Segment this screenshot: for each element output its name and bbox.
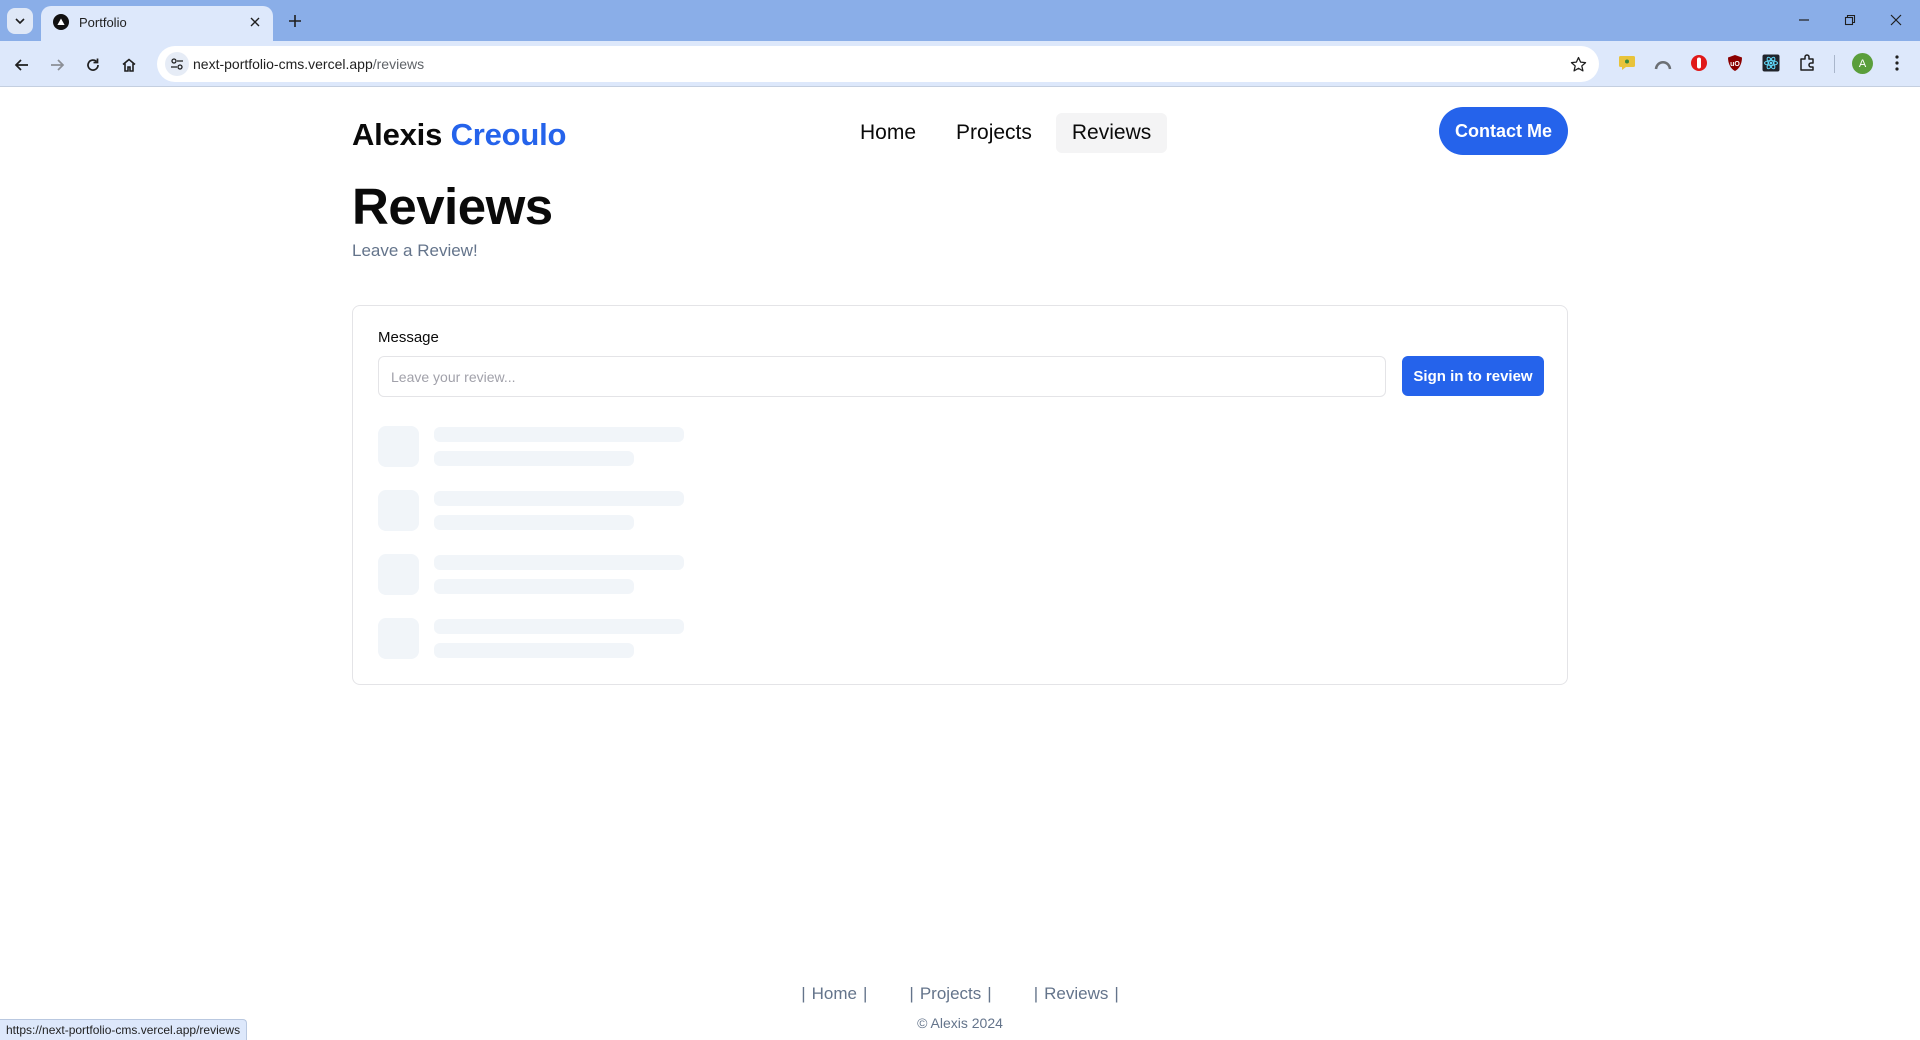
sign-in-to-review-button[interactable]: Sign in to review: [1402, 356, 1544, 396]
footer-divider: |: [987, 984, 992, 1003]
page-title: Reviews: [352, 178, 553, 235]
footer-divider: |: [909, 984, 914, 1003]
footer-nav: | Home | | Projects | | Reviews |: [0, 984, 1920, 1004]
copyright-text: © Alexis 2024: [917, 1015, 1003, 1031]
skeleton-avatar: [378, 618, 419, 659]
skeleton-line: [434, 643, 634, 658]
window-close-button[interactable]: [1874, 6, 1918, 34]
review-message-input[interactable]: [378, 356, 1386, 397]
restore-icon: [1844, 14, 1856, 26]
tab-title: Portfolio: [79, 15, 127, 30]
bookmark-star-icon: [1570, 56, 1586, 72]
browser-menu-button[interactable]: [1886, 52, 1908, 74]
footer-divider: |: [863, 984, 868, 1003]
reload-icon: [87, 58, 99, 71]
address-bar[interactable]: next-portfolio-cms.vercel.app/reviews: [157, 46, 1599, 82]
site-logo[interactable]: Alexis Creoulo: [352, 117, 566, 153]
svg-text:uO: uO: [1730, 61, 1740, 68]
url-host: next-portfolio-cms.vercel.app: [193, 56, 373, 72]
extension-button[interactable]: uO: [1724, 52, 1746, 74]
browser-tabstrip: Portfolio: [0, 0, 1920, 41]
footer-link-home[interactable]: | Home |: [801, 984, 867, 1004]
footer-link-label: Home: [811, 984, 857, 1003]
skeleton-line: [434, 451, 634, 466]
review-skeleton: [378, 618, 778, 660]
nav-projects[interactable]: Projects: [940, 113, 1048, 153]
profile-avatar[interactable]: A: [1852, 53, 1873, 74]
site-info-icon: [171, 58, 183, 70]
minimize-button[interactable]: [1782, 6, 1826, 34]
extension-button[interactable]: [1688, 52, 1710, 74]
ublock-shield-icon: uO: [1728, 55, 1742, 71]
extension-button[interactable]: [1760, 52, 1782, 74]
vercel-favicon-icon: [53, 14, 69, 30]
skeleton-line: [434, 515, 634, 530]
contact-me-button[interactable]: Contact Me: [1439, 107, 1568, 155]
url-text: next-portfolio-cms.vercel.app/reviews: [193, 56, 424, 72]
skeleton-line: [434, 555, 684, 570]
extensions-menu-button[interactable]: [1796, 52, 1818, 74]
brand-last-name: Creoulo: [450, 117, 567, 152]
footer-link-projects[interactable]: | Projects |: [909, 984, 991, 1004]
skeleton-line: [434, 579, 634, 594]
nav-home[interactable]: Home: [844, 113, 932, 153]
red-circle-extension-icon: [1691, 55, 1707, 71]
footer-divider: |: [801, 984, 806, 1003]
reload-button[interactable]: [79, 51, 107, 79]
window-close-icon: [1890, 14, 1902, 26]
nav-reviews[interactable]: Reviews: [1055, 113, 1168, 153]
skeleton-line: [434, 491, 684, 506]
arc-extension-icon: [1654, 60, 1672, 70]
page-subtitle: Leave a Review!: [352, 241, 478, 260]
note-extension-icon: [1619, 56, 1635, 70]
review-skeleton: [378, 554, 778, 596]
skeleton-avatar: [378, 426, 419, 467]
status-bar-url: https://next-portfolio-cms.vercel.app/re…: [0, 1019, 248, 1040]
review-skeleton: [378, 426, 778, 468]
extensions-icon: [1800, 54, 1814, 71]
close-icon: [250, 17, 260, 27]
message-label: Message: [378, 329, 439, 346]
back-icon: [14, 59, 28, 71]
review-skeleton: [378, 490, 778, 532]
site-info-button[interactable]: [165, 52, 189, 76]
browser-toolbar: next-portfolio-cms.vercel.app/reviews uO…: [0, 41, 1920, 87]
tab-close-button[interactable]: [245, 12, 265, 32]
tab-list-button[interactable]: [7, 8, 33, 34]
minimize-icon: [1799, 19, 1809, 21]
forward-button[interactable]: [43, 51, 71, 79]
skeleton-line: [434, 427, 684, 442]
skeleton-avatar: [378, 490, 419, 531]
extension-button[interactable]: [1616, 52, 1638, 74]
react-devtools-icon: [1762, 54, 1780, 72]
tab-list-icon: [15, 18, 25, 25]
review-card: Message Sign in to review: [352, 305, 1568, 685]
skeleton-line: [434, 619, 684, 634]
forward-icon: [51, 59, 65, 71]
page-content: Alexis Creoulo Home Projects Reviews Con…: [0, 87, 1920, 1040]
bookmark-button[interactable]: [1567, 53, 1589, 75]
url-path: /reviews: [372, 56, 425, 72]
menu-icon: [1895, 55, 1899, 71]
home-icon: [122, 58, 136, 72]
back-button[interactable]: [8, 51, 36, 79]
new-tab-icon: [289, 15, 301, 27]
toolbar-divider: [1834, 55, 1835, 73]
browser-tab[interactable]: Portfolio: [41, 6, 273, 41]
footer-divider: |: [1114, 984, 1119, 1003]
brand-first-name: Alexis: [352, 117, 443, 152]
footer-link-label: Projects: [919, 984, 982, 1003]
main-nav: Home Projects Reviews: [844, 113, 1168, 153]
extension-button[interactable]: [1652, 52, 1674, 74]
footer-link-label: Reviews: [1044, 984, 1109, 1003]
footer-divider: |: [1033, 984, 1039, 1003]
restore-button[interactable]: [1828, 6, 1872, 34]
footer-link-reviews[interactable]: | Reviews |: [1034, 984, 1119, 1004]
skeleton-avatar: [378, 554, 419, 595]
new-tab-button[interactable]: [282, 8, 308, 34]
home-button[interactable]: [115, 51, 143, 79]
